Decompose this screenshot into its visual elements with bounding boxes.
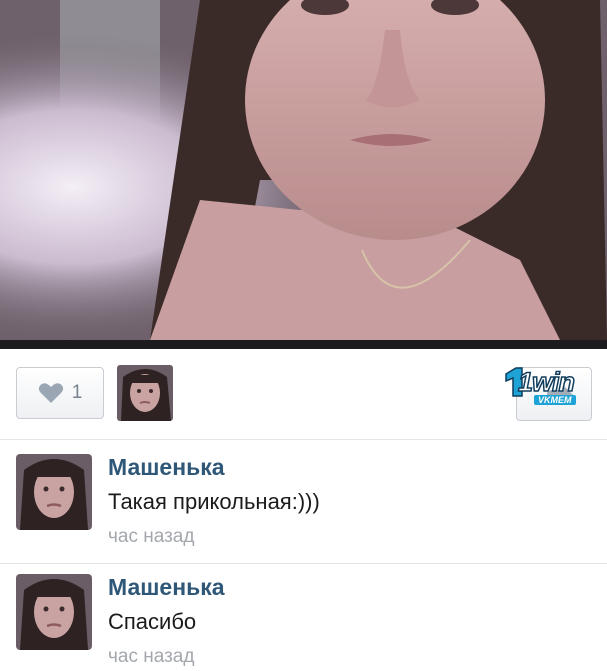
- comment-avatar[interactable]: [16, 574, 92, 650]
- comment-author[interactable]: Машенька: [108, 454, 225, 481]
- watermark-brand: 1win: [517, 366, 576, 398]
- comment-avatar[interactable]: [16, 454, 92, 530]
- heart-icon: [38, 383, 63, 403]
- watermark-sub: VKMEM: [534, 395, 576, 405]
- like-count: 1: [71, 382, 83, 403]
- comment-author[interactable]: Машенька: [108, 574, 225, 601]
- photo-bottom-border: [0, 340, 607, 349]
- like-button[interactable]: 1: [16, 367, 104, 419]
- avatar-image: [16, 574, 92, 650]
- comment-text: Такая прикольная:))): [108, 489, 320, 514]
- post-view: 1 1win VKMEM Машенька Такая прикольная:)…: [0, 0, 607, 671]
- comment-item: Машенька Спасибо час назад: [0, 560, 607, 671]
- avatar-image: [16, 454, 92, 530]
- liker-avatar[interactable]: [117, 365, 173, 421]
- post-photo[interactable]: [0, 0, 607, 340]
- comment-time[interactable]: час назад: [108, 526, 194, 548]
- avatar-image: [117, 365, 173, 421]
- watermark-logo: 1win VKMEM: [496, 361, 592, 407]
- comment-item: Машенька Такая прикольная:))) час назад: [0, 440, 607, 564]
- photo-illustration: [0, 0, 607, 340]
- comment-text: Спасибо: [108, 609, 197, 634]
- post-actions: 1 1win VKMEM: [0, 349, 607, 439]
- comment-time[interactable]: час назад: [108, 646, 194, 668]
